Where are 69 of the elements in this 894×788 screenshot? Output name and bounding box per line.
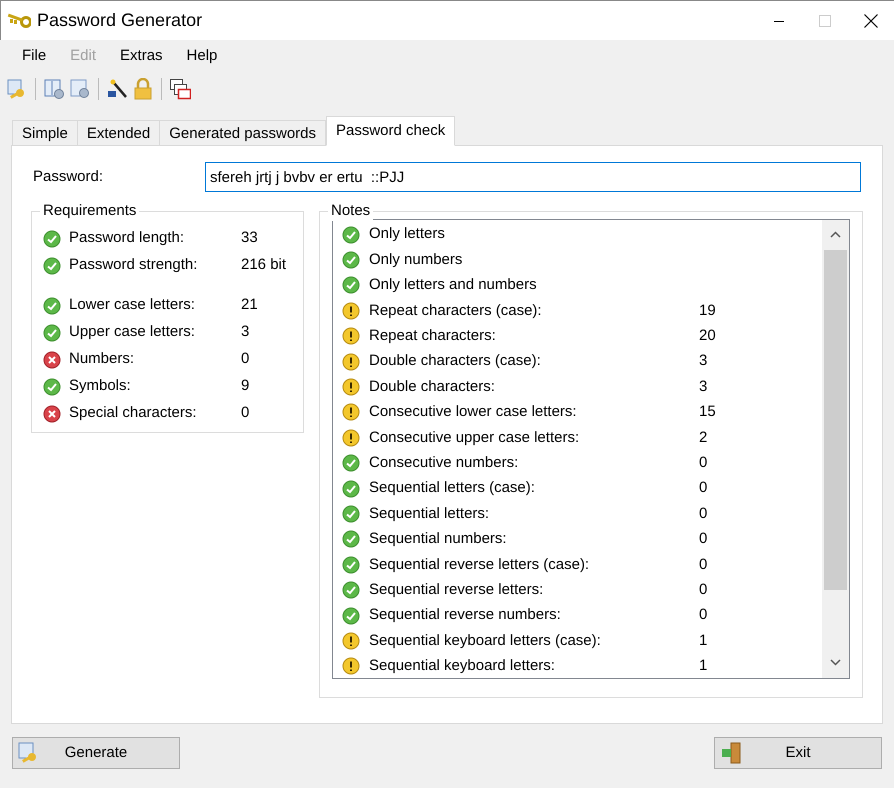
- exit-button[interactable]: Exit: [714, 737, 882, 769]
- requirement-value: 21: [241, 295, 258, 316]
- document-gear-icon[interactable]: [69, 78, 91, 100]
- password-label: Password:: [32, 166, 104, 187]
- note-label: Consecutive numbers:: [369, 452, 520, 473]
- scrollbar-thumb[interactable]: [824, 250, 847, 590]
- note-label: Consecutive lower case letters:: [369, 402, 578, 422]
- note-value: 0: [699, 529, 708, 550]
- note-label: Sequential letters (case):: [369, 478, 536, 498]
- requirement-label: Upper case letters:: [69, 322, 196, 342]
- note-label: Sequential reverse numbers:: [369, 605, 562, 626]
- tab[interactable]: Password check: [326, 116, 456, 146]
- note-value: 0: [699, 580, 708, 600]
- note-label: Sequential reverse letters:: [369, 580, 544, 600]
- note-label: Consecutive upper case letters:: [369, 428, 580, 448]
- note-value: 0: [699, 478, 708, 498]
- menu-item[interactable]: Extras: [108, 44, 175, 68]
- requirement-value: 0: [241, 403, 250, 424]
- tab[interactable]: Simple: [12, 120, 78, 146]
- requirement-label: Special characters:: [69, 403, 198, 424]
- requirement-value: 33: [241, 228, 258, 248]
- note-value: 19: [699, 300, 716, 321]
- group-title: Requirements: [40, 201, 140, 221]
- note-label: Sequential numbers:: [369, 529, 508, 550]
- note-value: 2: [699, 428, 708, 448]
- note-label: Sequential letters:: [369, 504, 490, 524]
- note-label: Sequential keyboard letters (case):: [369, 630, 602, 651]
- note-label: Repeat characters:: [369, 326, 497, 346]
- requirement-label: Password strength:: [69, 255, 198, 276]
- note-label: Double characters (case):: [369, 351, 542, 372]
- note-label: Only letters and numbers: [369, 275, 538, 296]
- note-value: 0: [699, 554, 708, 575]
- door-exit-icon: [719, 741, 743, 765]
- note-label: Sequential reverse letters (case):: [369, 554, 590, 575]
- note-value: 3: [699, 376, 708, 397]
- note-value: 1: [699, 630, 708, 651]
- requirement-value: 0: [241, 349, 250, 370]
- note-value: 20: [699, 326, 716, 346]
- note-label: Double characters:: [369, 376, 496, 397]
- note-value: 3: [699, 351, 708, 372]
- generate-button[interactable]: Generate: [12, 737, 180, 769]
- maximize-icon: [819, 15, 831, 27]
- minimize-icon[interactable]: [774, 20, 784, 22]
- requirement-value: 3: [241, 322, 250, 342]
- requirement-value: 216 bit: [241, 255, 286, 276]
- note-label: Sequential keyboard letters:: [369, 656, 556, 676]
- note-value: 15: [699, 402, 716, 422]
- requirement-label: Password length:: [69, 228, 186, 248]
- menu-item[interactable]: Help: [174, 44, 230, 68]
- note-value: 0: [699, 452, 708, 473]
- requirement-value: 9: [241, 376, 250, 396]
- password-field[interactable]: sfereh jrtj j bvbv er ertu ::PJJ: [205, 162, 861, 192]
- menu-item[interactable]: File: [10, 44, 58, 68]
- note-value: 1: [699, 656, 708, 676]
- note-label: Repeat characters (case):: [369, 300, 543, 321]
- requirement-label: Numbers:: [69, 349, 136, 370]
- note-label: Only letters: [369, 224, 446, 244]
- note-label: Only numbers: [369, 250, 464, 270]
- window-title: Password Generator: [37, 9, 202, 32]
- requirement-label: Lower case letters:: [69, 295, 196, 316]
- note-value: 0: [699, 504, 708, 524]
- document-gear-icon[interactable]: [43, 78, 65, 100]
- close-icon[interactable]: [864, 14, 878, 28]
- magic-wand-icon[interactable]: [106, 78, 128, 100]
- windows-icon[interactable]: [169, 78, 191, 100]
- tab[interactable]: Generated passwords: [159, 120, 326, 146]
- requirement-label: Symbols:: [69, 376, 132, 396]
- note-value: 0: [699, 605, 708, 626]
- key-icon: [7, 12, 31, 30]
